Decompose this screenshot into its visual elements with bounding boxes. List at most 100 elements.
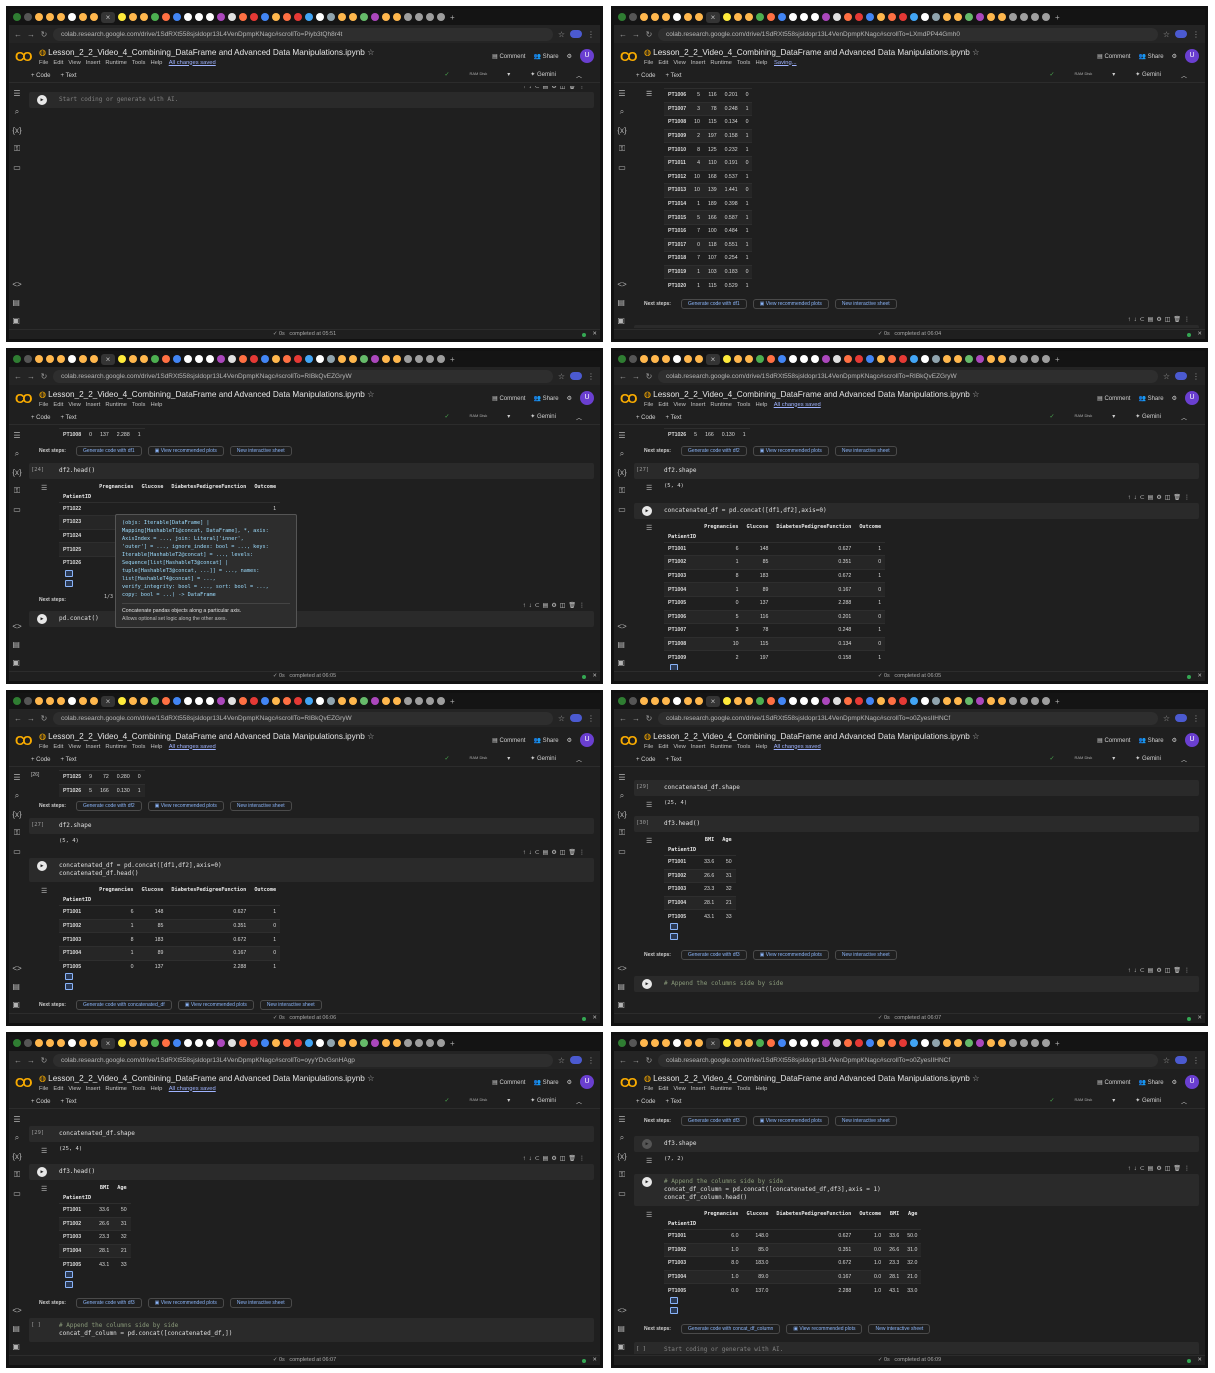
delete-icon[interactable]: 🗑 [568, 1156, 579, 1162]
tab-favicon-icon[interactable] [1031, 697, 1039, 705]
tab-favicon-icon[interactable] [789, 13, 797, 21]
collapse-icon[interactable]: ︿ [576, 1097, 582, 1106]
menu-item[interactable]: Tools [132, 402, 146, 408]
tab-favicon-icon[interactable] [206, 697, 214, 705]
tab-favicon-icon[interactable] [162, 1039, 170, 1047]
output-icon[interactable]: ☰ [41, 887, 47, 895]
star-icon[interactable]: ☆ [367, 732, 374, 741]
menu-item[interactable]: Insert [691, 402, 706, 408]
runtime-dropdown-icon[interactable]: ▾ [1112, 755, 1115, 764]
tab-favicon-icon[interactable] [294, 13, 302, 21]
menu-item[interactable]: Tools [737, 402, 751, 408]
tab-favicon-icon[interactable] [35, 1039, 43, 1047]
link-icon[interactable]: ⊂ [535, 86, 543, 90]
bookmark-star-icon[interactable]: ☆ [1163, 372, 1170, 381]
tab-favicon-icon[interactable] [437, 697, 445, 705]
tab-favicon-icon[interactable] [35, 355, 43, 363]
gemini-button[interactable]: ✦ Gemini [530, 413, 556, 422]
close-status-icon[interactable]: ✕ [592, 330, 597, 339]
tab-favicon-icon[interactable] [855, 355, 863, 363]
settings-gear-icon[interactable]: ⚙ [567, 53, 572, 60]
tab-favicon-icon[interactable] [338, 1039, 346, 1047]
menu-item[interactable]: File [644, 60, 653, 66]
menu-item[interactable]: Edit [53, 402, 63, 408]
tab-favicon-icon[interactable] [651, 355, 659, 363]
tab-favicon-icon[interactable] [921, 355, 929, 363]
command-palette-icon[interactable]: ▤ [12, 640, 21, 649]
tab-favicon-icon[interactable] [327, 13, 335, 21]
save-status[interactable]: All changes saved [169, 60, 216, 66]
tab-favicon-icon[interactable] [228, 697, 236, 705]
view-plots-button[interactable]: ▣ View recommended plots [752, 298, 829, 309]
comment-icon[interactable]: ▤ [543, 850, 552, 856]
tab-favicon-icon[interactable] [640, 13, 648, 21]
tab-favicon-icon[interactable] [360, 697, 368, 705]
settings-gear-icon[interactable]: ⚙ [1172, 53, 1177, 60]
tab-favicon-icon[interactable] [173, 697, 181, 705]
cell-code[interactable]: df3.shape [664, 1140, 697, 1147]
tab-favicon-icon[interactable] [1042, 1039, 1050, 1047]
code-snippets-icon[interactable]: <> [12, 622, 21, 631]
add-text-button[interactable]: + Text [666, 73, 682, 79]
code-snippets-icon[interactable]: <> [617, 622, 626, 631]
menu-item[interactable]: Edit [658, 1086, 668, 1092]
code-snippets-icon[interactable]: <> [617, 1306, 626, 1315]
tab-favicon-icon[interactable] [349, 697, 357, 705]
tab-favicon-icon[interactable] [695, 1039, 703, 1047]
run-cell-icon[interactable]: ▶ [37, 861, 47, 872]
secrets-key-icon[interactable]: ⚿ [14, 828, 20, 838]
tab-favicon-icon[interactable] [932, 1039, 940, 1047]
output-icon[interactable]: ☰ [41, 1147, 47, 1155]
run-cell-icon[interactable]: ▶ [37, 613, 47, 624]
run-cell-icon[interactable]: ▶ [642, 505, 652, 516]
output-icon[interactable]: ☰ [646, 1211, 652, 1219]
forward-icon[interactable]: → [632, 372, 640, 381]
collapse-icon[interactable]: ︿ [1181, 1097, 1187, 1106]
tab-favicon-icon[interactable] [932, 355, 940, 363]
menu-item[interactable]: View [68, 744, 80, 750]
tab-favicon-icon[interactable] [1031, 1039, 1039, 1047]
tab-favicon-icon[interactable] [129, 355, 137, 363]
tab-favicon-icon[interactable] [305, 13, 313, 21]
menu-item[interactable]: Tools [132, 60, 146, 66]
back-icon[interactable]: ← [14, 30, 22, 39]
runtime-dropdown-icon[interactable]: ▾ [507, 755, 510, 764]
browser-menu-icon[interactable]: ⋮ [587, 30, 595, 39]
menu-item[interactable]: Help [150, 1086, 162, 1092]
run-cell-icon[interactable]: ▶ [642, 1177, 652, 1187]
tab-favicon-icon[interactable] [79, 1039, 87, 1047]
share-button[interactable]: 👥 Share [533, 1079, 558, 1086]
tab-favicon-icon[interactable] [662, 697, 670, 705]
tab-favicon-icon[interactable] [118, 13, 126, 21]
menu-item[interactable]: Runtime [105, 402, 127, 408]
tab-favicon-icon[interactable] [239, 1039, 247, 1047]
extension-icon[interactable] [570, 372, 582, 380]
tab-favicon-icon[interactable] [976, 355, 984, 363]
new-tab-icon[interactable]: + [1055, 1039, 1060, 1048]
extension-icon[interactable] [570, 1056, 582, 1064]
extension-icon[interactable] [1175, 30, 1187, 38]
tab-favicon-icon[interactable] [987, 13, 995, 21]
colab-logo[interactable]: CO [15, 391, 37, 406]
tab-favicon-icon[interactable] [195, 355, 203, 363]
tab-favicon-icon[interactable] [789, 697, 797, 705]
generate-code-button[interactable]: Generate code with concatenated_df [75, 1000, 172, 1011]
tab-favicon-icon[interactable] [206, 1039, 214, 1047]
tab-favicon-icon[interactable] [767, 355, 775, 363]
tab-favicon-icon[interactable] [46, 1039, 54, 1047]
tab-favicon-icon[interactable] [789, 355, 797, 363]
terminal-icon[interactable]: ▣ [12, 1000, 21, 1009]
menu-item[interactable]: Insert [86, 402, 101, 408]
generate-code-button[interactable]: Generate code with df3 [680, 949, 747, 960]
tab-favicon-icon[interactable] [778, 13, 786, 21]
menu-item[interactable]: Insert [691, 744, 706, 750]
menu-item[interactable]: View [68, 402, 80, 408]
comment-icon[interactable]: ▤ [1148, 317, 1157, 323]
tab-favicon-icon[interactable] [184, 355, 192, 363]
collapse-icon[interactable]: ︿ [1181, 71, 1187, 80]
tab-favicon-icon[interactable] [250, 697, 258, 705]
settings-icon[interactable]: ⚙ [1156, 495, 1164, 501]
notebook-title[interactable]: Lesson_2_2_Video_4_Combining_DataFrame a… [48, 48, 365, 57]
code-cell[interactable]: [27] df2.shape [634, 462, 1199, 479]
tab-favicon-icon[interactable] [272, 697, 280, 705]
